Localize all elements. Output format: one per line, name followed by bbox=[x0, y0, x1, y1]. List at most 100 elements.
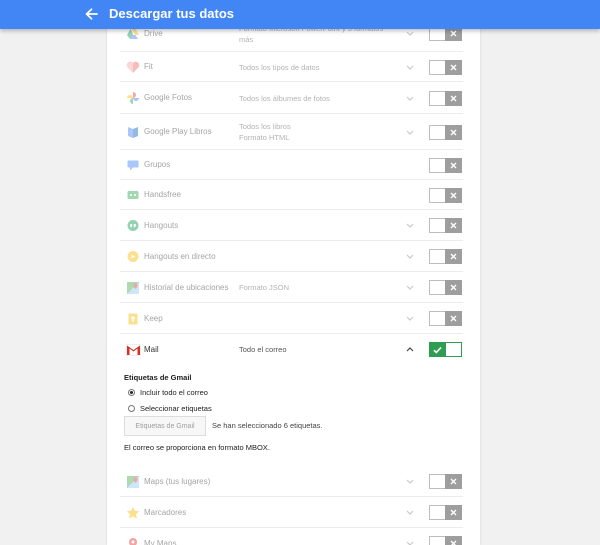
product-name: Marcadores bbox=[144, 507, 187, 517]
chevron-down-icon[interactable] bbox=[404, 539, 416, 545]
product-row-grupos: Grupos bbox=[120, 150, 463, 180]
groups-icon bbox=[125, 157, 141, 173]
select-labels-label: Seleccionar etiquetas bbox=[140, 404, 212, 413]
product-row-mail: Mail Todo el correo bbox=[120, 334, 463, 365]
close-icon bbox=[445, 249, 462, 264]
include-all-mail-radio[interactable]: Incluir todo el correo bbox=[128, 388, 208, 397]
product-row-my-maps: My Maps bbox=[120, 528, 463, 545]
chevron-down-icon[interactable] bbox=[404, 314, 416, 324]
page-title: Descargar tus datos bbox=[109, 6, 234, 21]
fit-icon bbox=[125, 59, 141, 75]
photos-icon bbox=[125, 90, 141, 106]
product-name: Handsfree bbox=[144, 190, 181, 199]
product-toggle[interactable] bbox=[429, 218, 462, 233]
bookmarks-icon bbox=[125, 505, 141, 521]
product-row-maps-tus-lugares: Maps (tus lugares) bbox=[120, 466, 463, 497]
product-description-line: Formato JSON bbox=[239, 283, 290, 292]
close-icon bbox=[445, 280, 462, 295]
chevron-up-icon[interactable] bbox=[404, 345, 416, 355]
handsfree-icon bbox=[125, 187, 141, 203]
product-list-panel: DriveFormato Microsoft PowerPoint y 3 fo… bbox=[107, 0, 480, 545]
product-name: Drive bbox=[144, 28, 163, 38]
product-toggle[interactable] bbox=[429, 187, 462, 203]
gmail-labels-title: Etiquetas de Gmail bbox=[124, 373, 192, 382]
product-name: Grupos bbox=[144, 160, 171, 169]
product-name: Fit bbox=[144, 62, 153, 71]
product-toggle[interactable] bbox=[429, 280, 462, 295]
product-toggle[interactable] bbox=[429, 90, 462, 106]
location-history-icon bbox=[125, 280, 141, 296]
my-maps-icon bbox=[125, 536, 141, 545]
product-description: Todos los tipos de datos bbox=[239, 62, 319, 73]
chevron-down-icon[interactable] bbox=[404, 29, 416, 39]
check-icon bbox=[429, 342, 446, 357]
product-toggle[interactable] bbox=[429, 124, 462, 140]
product-name: Historial de ubicaciones bbox=[144, 282, 229, 292]
product-row-handsfree: Handsfree bbox=[120, 180, 463, 210]
product-toggle[interactable] bbox=[429, 505, 462, 520]
maps-icon bbox=[125, 474, 141, 490]
chevron-down-icon[interactable] bbox=[404, 127, 416, 137]
select-labels-radio[interactable]: Seleccionar etiquetas bbox=[128, 404, 212, 413]
product-description-line: más bbox=[239, 34, 254, 44]
product-row-marcadores: Marcadores bbox=[120, 497, 463, 528]
product-toggle[interactable] bbox=[429, 342, 462, 357]
close-icon bbox=[445, 474, 462, 489]
arrow-left-icon bbox=[85, 8, 98, 20]
hangouts-live-icon bbox=[125, 249, 141, 265]
product-row-google-fotos: Google Fotos Todos los álbumes de fotos bbox=[120, 82, 463, 114]
product-row-google-play-libros: Google Play Libros Todos los libros Format… bbox=[120, 114, 463, 150]
product-name: My Maps bbox=[144, 538, 177, 545]
product-name: Hangouts en directo bbox=[144, 251, 216, 261]
product-row-hangouts-en-directo: Hangouts en directo bbox=[120, 241, 463, 272]
product-name: Google Play Libros bbox=[144, 127, 212, 136]
product-row-fit: Fit Todos los tipos de datos bbox=[120, 52, 463, 82]
chevron-down-icon[interactable] bbox=[404, 93, 416, 103]
product-description: Formato JSON bbox=[239, 282, 289, 293]
product-name: Maps (tus lugares) bbox=[144, 476, 211, 486]
product-name: Keep bbox=[144, 313, 163, 323]
include-all-mail-label: Incluir todo el correo bbox=[140, 388, 208, 397]
product-description-line: Todo el correo bbox=[239, 345, 287, 354]
gmail-icon bbox=[125, 342, 141, 358]
close-icon bbox=[445, 187, 462, 203]
product-toggle[interactable] bbox=[429, 249, 462, 264]
close-icon bbox=[445, 218, 462, 233]
product-name: Hangouts bbox=[144, 220, 179, 230]
product-description-line: Todos los tipos de datos bbox=[239, 62, 320, 72]
hangouts-icon bbox=[125, 218, 141, 234]
product-toggle[interactable] bbox=[429, 157, 462, 173]
product-toggle[interactable] bbox=[429, 474, 462, 489]
labels-selected-count: Se han seleccionado 6 etiquetas. bbox=[212, 421, 323, 430]
close-icon bbox=[445, 124, 462, 140]
chevron-down-icon[interactable] bbox=[404, 62, 416, 72]
product-toggle[interactable] bbox=[429, 59, 462, 75]
product-description: Todos los libros Formato HTML bbox=[239, 121, 291, 143]
product-toggle[interactable] bbox=[429, 536, 462, 545]
product-toggle[interactable] bbox=[429, 311, 462, 326]
close-icon bbox=[445, 311, 462, 326]
close-icon bbox=[445, 536, 462, 545]
mbox-format-note: El correo se proporciona en formato MBOX… bbox=[124, 443, 270, 452]
product-description-line: Todos los álbumes de fotos bbox=[239, 93, 330, 103]
close-icon bbox=[445, 157, 462, 173]
app-bar: Descargar tus datos bbox=[0, 0, 600, 29]
mail-options-panel: Etiquetas de Gmail Incluir todo el corre… bbox=[120, 365, 463, 466]
chevron-down-icon[interactable] bbox=[404, 221, 416, 231]
close-icon bbox=[445, 90, 462, 106]
product-name: Google Fotos bbox=[144, 93, 193, 102]
radio-unchecked-icon bbox=[128, 405, 135, 412]
chevron-down-icon[interactable] bbox=[404, 283, 416, 293]
product-description: Todo el correo bbox=[239, 344, 287, 355]
product-description-line: Todos los libros bbox=[239, 122, 291, 131]
product-name: Mail bbox=[144, 344, 159, 354]
back-button[interactable] bbox=[80, 4, 102, 24]
close-icon bbox=[445, 505, 462, 520]
chevron-down-icon[interactable] bbox=[404, 477, 416, 487]
chevron-down-icon[interactable] bbox=[404, 508, 416, 518]
gmail-labels-button: Etiquetas de Gmail bbox=[124, 416, 206, 436]
product-row-historial-de-ubicaciones: Historial de ubicaciones Formato JSON bbox=[120, 272, 463, 303]
product-description: Todos los álbumes de fotos bbox=[239, 93, 330, 104]
chevron-down-icon[interactable] bbox=[404, 252, 416, 262]
product-description-line: Formato HTML bbox=[239, 133, 290, 142]
